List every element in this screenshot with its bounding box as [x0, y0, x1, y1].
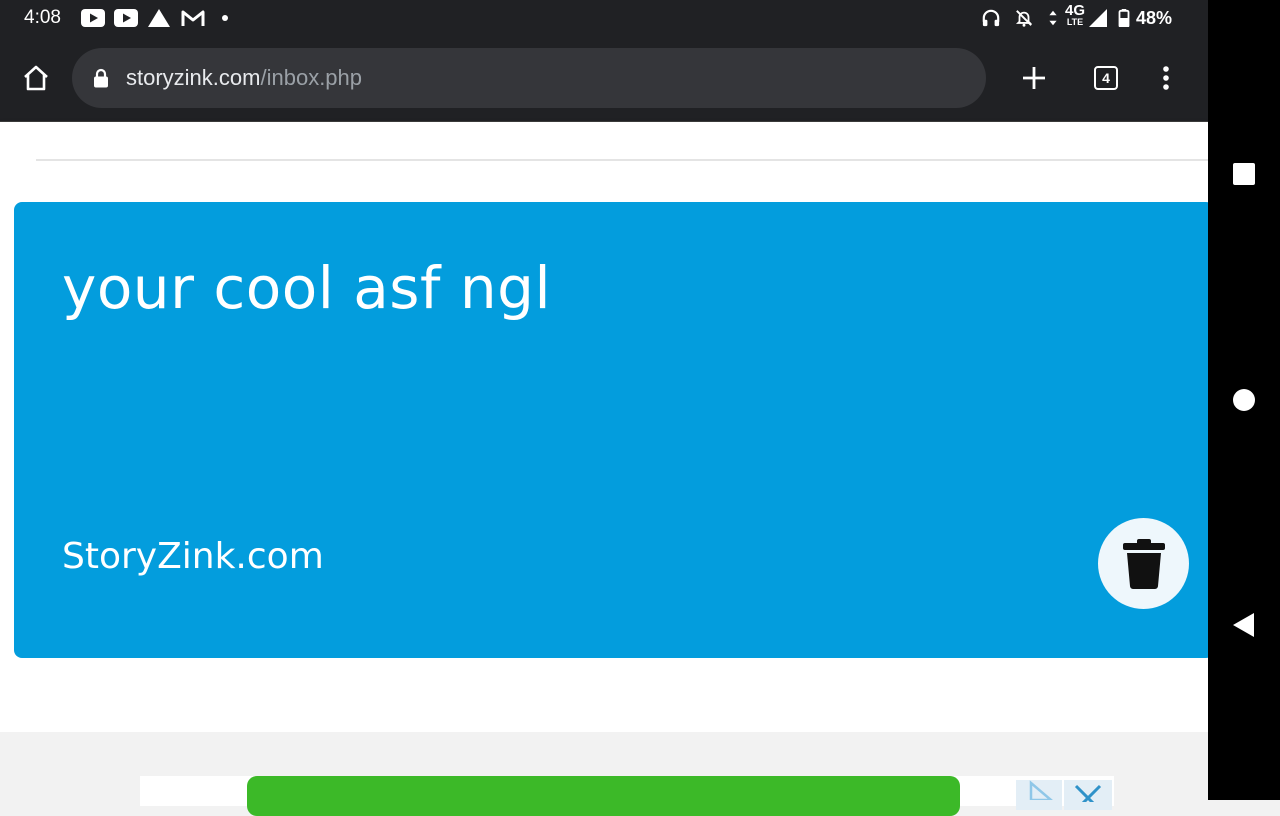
trash-icon	[1122, 538, 1165, 589]
home-icon	[24, 65, 48, 91]
url-bar[interactable]: storyzink.com/inbox.php	[72, 48, 986, 108]
signal-icon	[1089, 9, 1107, 27]
headphones-icon	[982, 9, 1000, 27]
ad-cta-button[interactable]	[247, 776, 960, 816]
tabs-icon: 4	[1094, 66, 1118, 90]
recents-button[interactable]	[1224, 154, 1264, 194]
battery-percent: 48%	[1136, 8, 1173, 28]
battery-icon	[1118, 9, 1130, 27]
ad-banner	[140, 776, 1114, 816]
new-tab-button[interactable]	[1014, 58, 1054, 98]
ad-region	[0, 732, 1208, 816]
tab-switcher-button[interactable]: 4	[1086, 58, 1126, 98]
plus-icon	[1023, 67, 1045, 89]
lock-icon	[94, 68, 108, 88]
url-path: /inbox.php	[260, 65, 363, 90]
message-text: your cool asf ngl	[62, 254, 552, 322]
recents-icon	[1233, 163, 1255, 185]
youtube-icon	[114, 9, 138, 27]
play-triangle-icon	[1029, 780, 1053, 800]
page-content: your cool asf ngl StoryZink.com	[0, 122, 1208, 732]
home-nav-button[interactable]	[1224, 380, 1264, 420]
back-icon	[1233, 613, 1254, 637]
bell-off-icon	[1015, 10, 1033, 27]
ad-close-button[interactable]	[1064, 780, 1112, 810]
data-arrows-icon	[1049, 10, 1057, 26]
status-time: 4:08	[24, 7, 61, 28]
dot-icon	[222, 15, 228, 21]
url-host: storyzink.com	[126, 65, 261, 90]
gmail-icon	[181, 10, 205, 26]
tab-count: 4	[1102, 70, 1110, 86]
ad-choices-icon[interactable]	[1016, 780, 1062, 810]
back-button[interactable]	[1224, 605, 1264, 645]
home-button[interactable]	[16, 58, 56, 98]
home-circle-icon	[1233, 389, 1255, 411]
message-card: your cool asf ngl StoryZink.com	[14, 202, 1208, 658]
more-vert-icon	[1163, 66, 1169, 90]
content-divider	[36, 159, 1208, 161]
network-type-label: 4G LTE	[1064, 2, 1085, 27]
url-text[interactable]: storyzink.com/inbox.php	[126, 65, 362, 91]
browser-toolbar: storyzink.com/inbox.php 4	[0, 36, 1208, 121]
close-icon	[1074, 784, 1102, 802]
youtube-icon	[81, 9, 105, 27]
delete-button[interactable]	[1098, 518, 1189, 609]
brand-watermark: StoryZink.com	[62, 536, 324, 577]
drive-icon	[148, 9, 170, 27]
system-nav-bar	[1208, 0, 1280, 800]
more-menu-button[interactable]	[1146, 58, 1186, 98]
status-bar: 4:08 4G LTE 48%	[0, 0, 1208, 36]
